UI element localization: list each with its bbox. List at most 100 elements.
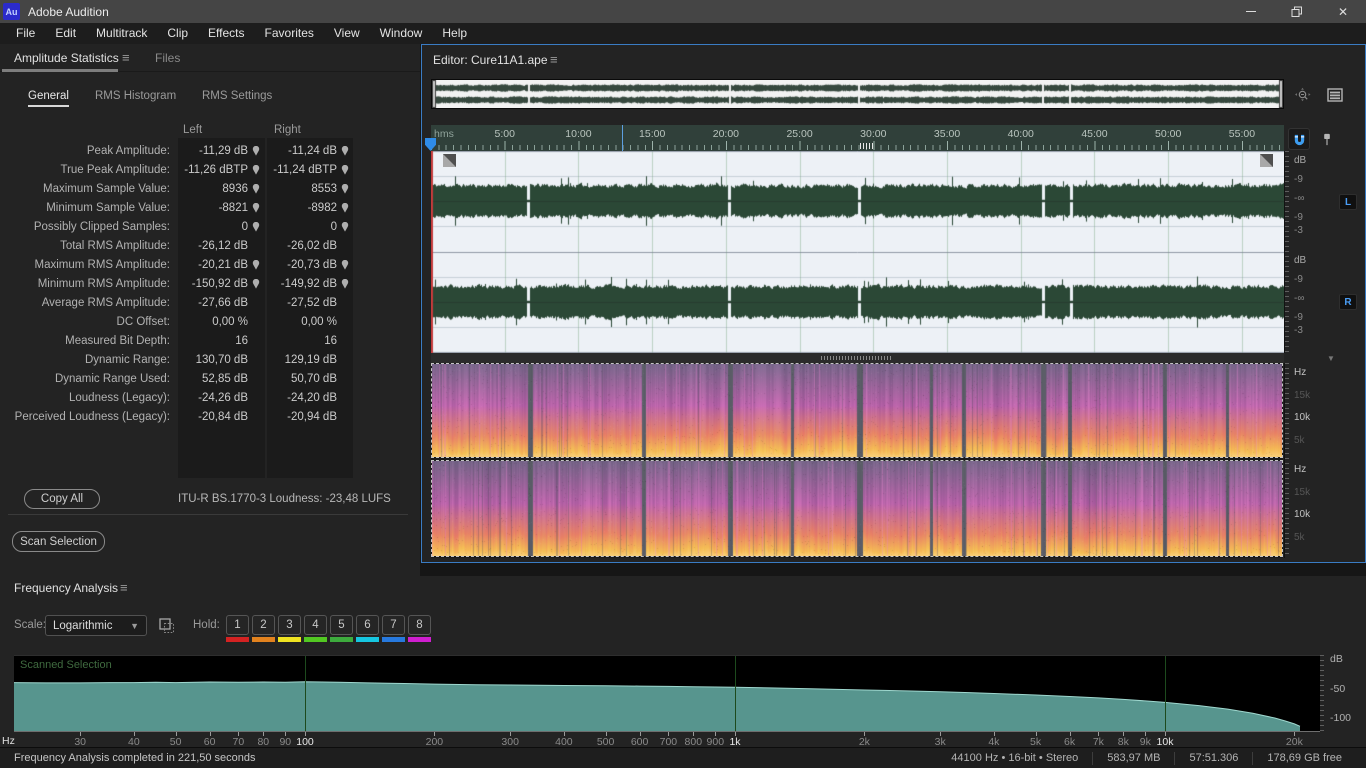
amp-scale-label: -9 bbox=[1294, 212, 1303, 223]
close-button[interactable]: ✕ bbox=[1320, 0, 1366, 23]
tab-amplitude-statistics[interactable]: Amplitude Statistics bbox=[14, 51, 119, 65]
stat-label: Maximum Sample Value: bbox=[43, 182, 170, 195]
measurement-pin-icon bbox=[252, 202, 259, 213]
stat-value-left: -11,26 dBTP bbox=[174, 164, 263, 176]
hold-button-3[interactable]: 3 bbox=[278, 615, 301, 635]
stat-label: Perceived Loudness (Legacy): bbox=[14, 410, 170, 423]
tab-editor-file[interactable]: Editor: Cure11A1.ape bbox=[433, 53, 548, 67]
snap-magnet-icon[interactable] bbox=[1288, 128, 1310, 150]
subtab-rms-histogram[interactable]: RMS Histogram bbox=[95, 90, 176, 102]
menu-multitrack[interactable]: Multitrack bbox=[86, 23, 157, 44]
stats-row: Average RMS Amplitude: -27,66 dB -27,52 dB bbox=[0, 293, 420, 312]
stat-value-right: -149,92 dB bbox=[263, 278, 352, 290]
stat-value-right: -11,24 dB bbox=[263, 145, 352, 157]
measurement-pin-icon bbox=[252, 278, 259, 289]
measurement-pin-icon bbox=[341, 221, 348, 232]
menu-edit[interactable]: Edit bbox=[45, 23, 86, 44]
timeline-ruler[interactable]: hms 5:00 10:00 15:00 20:00 25:00 30:00 35:00 40… bbox=[431, 125, 1284, 151]
measurement-pin-icon bbox=[341, 145, 348, 156]
ruler-time-label: 25:00 bbox=[786, 128, 813, 140]
stat-value-left: -150,92 dB bbox=[174, 278, 263, 290]
hold-button-6[interactable]: 6 bbox=[356, 615, 379, 635]
stat-label: Dynamic Range Used: bbox=[54, 372, 170, 385]
stat-label: Average RMS Amplitude: bbox=[41, 296, 170, 309]
zoom-navigate-icon[interactable] bbox=[1292, 84, 1314, 106]
spectrogram-right-channel[interactable] bbox=[431, 460, 1283, 557]
adobe-audition-window: Au Adobe Audition ✕ File Edit Multitrack Cl… bbox=[0, 0, 1366, 768]
menu-window[interactable]: Window bbox=[370, 23, 433, 44]
frequency-scale: Hz 15k 10k 5k Hz 15k 10k 5k bbox=[1284, 363, 1361, 558]
panel-menu-icon[interactable]: ≡ bbox=[550, 52, 558, 67]
chevron-down-icon[interactable]: ▼ bbox=[1327, 354, 1335, 363]
tab-files[interactable]: Files bbox=[155, 51, 180, 65]
ruler-time-label: 15:00 bbox=[639, 128, 666, 140]
ruler-time-label: 20:00 bbox=[712, 128, 740, 140]
ruler-time-label: 45:00 bbox=[1081, 128, 1108, 140]
ruler-unit-label: hms bbox=[434, 128, 454, 140]
subtab-rms-settings[interactable]: RMS Settings bbox=[202, 90, 272, 102]
hold-button-5[interactable]: 5 bbox=[330, 615, 353, 635]
stat-value-right: 50,70 dB bbox=[290, 372, 337, 385]
hold-button-1[interactable]: 1 bbox=[226, 615, 249, 635]
tab-frequency-analysis[interactable]: Frequency Analysis bbox=[14, 581, 118, 595]
stat-value-right: 0,00 % bbox=[301, 315, 337, 328]
stat-value-right: -27,52 dB bbox=[287, 296, 337, 309]
y-axis-label: dB bbox=[1330, 653, 1343, 665]
subtab-general[interactable]: General bbox=[28, 90, 69, 107]
frequency-graph[interactable]: Scanned Selection bbox=[14, 655, 1320, 731]
menu-help[interactable]: Help bbox=[432, 23, 477, 44]
frequency-y-axis: dB -50 -100 bbox=[1320, 653, 1366, 731]
overview-scrollbar[interactable] bbox=[431, 79, 1284, 109]
hold-button-7[interactable]: 7 bbox=[382, 615, 405, 635]
hold-button-2[interactable]: 2 bbox=[252, 615, 275, 635]
copy-graph-icon[interactable] bbox=[158, 617, 178, 635]
editor-panel: Editor: Cure11A1.ape ≡ hms 5:00 10:00 15:0… bbox=[421, 44, 1366, 563]
freq-scale-label: 15k bbox=[1294, 390, 1311, 401]
stat-label: Dynamic Range: bbox=[84, 353, 170, 366]
corner-handle-icon[interactable] bbox=[443, 154, 456, 167]
hold-button-8[interactable]: 8 bbox=[408, 615, 431, 635]
menubar: File Edit Multitrack Clip Effects Favorites Vi… bbox=[0, 23, 1366, 44]
scale-dropdown[interactable]: Logarithmic ▼ bbox=[45, 615, 147, 636]
scan-selection-button[interactable]: Scan Selection bbox=[12, 531, 105, 552]
spectrogram-left-channel[interactable] bbox=[431, 363, 1283, 458]
stat-label: Maximum RMS Amplitude: bbox=[34, 258, 170, 271]
copy-all-button[interactable]: Copy All bbox=[24, 489, 100, 509]
measurement-pin-icon bbox=[341, 278, 348, 289]
stat-label: Measured Bit Depth: bbox=[65, 334, 170, 347]
spectrogram-display[interactable] bbox=[431, 363, 1283, 558]
menu-view[interactable]: View bbox=[324, 23, 370, 44]
ruler-major-ticks bbox=[431, 141, 1284, 150]
waveform-display[interactable] bbox=[431, 151, 1284, 353]
editor-layout-icon[interactable] bbox=[1324, 84, 1346, 106]
freq-scale-label: 5k bbox=[1294, 435, 1305, 446]
panel-menu-icon[interactable]: ≡ bbox=[122, 50, 130, 65]
channel-badge-right[interactable]: R bbox=[1339, 294, 1357, 310]
pin-icon[interactable] bbox=[1316, 128, 1338, 150]
corner-handle-icon[interactable] bbox=[1260, 154, 1273, 167]
stat-value-right: -20,94 dB bbox=[287, 410, 337, 423]
pane-splitter[interactable] bbox=[431, 353, 1284, 363]
panel-menu-icon[interactable]: ≡ bbox=[120, 580, 128, 595]
measurement-pin-icon bbox=[341, 202, 348, 213]
stat-value-left: -24,26 dB bbox=[198, 391, 248, 404]
channel-badge-left[interactable]: L bbox=[1339, 194, 1357, 210]
stat-value-right: -8982 bbox=[263, 202, 352, 214]
menu-effects[interactable]: Effects bbox=[198, 23, 254, 44]
stats-row: Dynamic Range Used: 52,85 dB 50,70 dB bbox=[0, 369, 420, 388]
frequency-analysis-panel: Frequency Analysis ≡ Scale: Logarithmic … bbox=[0, 576, 1366, 748]
stats-row: DC Offset: 0,00 % 0,00 % bbox=[0, 312, 420, 331]
menu-clip[interactable]: Clip bbox=[157, 23, 198, 44]
restore-button[interactable] bbox=[1274, 0, 1320, 23]
minimize-button[interactable] bbox=[1228, 0, 1274, 23]
stat-label: True Peak Amplitude: bbox=[60, 163, 170, 176]
stat-value-left: 52,85 dB bbox=[201, 372, 248, 385]
audition-app-icon: Au bbox=[3, 3, 20, 20]
stat-value-left: 8936 bbox=[174, 183, 263, 195]
menu-favorites[interactable]: Favorites bbox=[255, 23, 324, 44]
divider bbox=[8, 514, 408, 515]
stat-value-right: -26,02 dB bbox=[287, 239, 337, 252]
menu-file[interactable]: File bbox=[6, 23, 45, 44]
hold-button-4[interactable]: 4 bbox=[304, 615, 327, 635]
stats-row: Total RMS Amplitude: -26,12 dB -26,02 dB bbox=[0, 236, 420, 255]
